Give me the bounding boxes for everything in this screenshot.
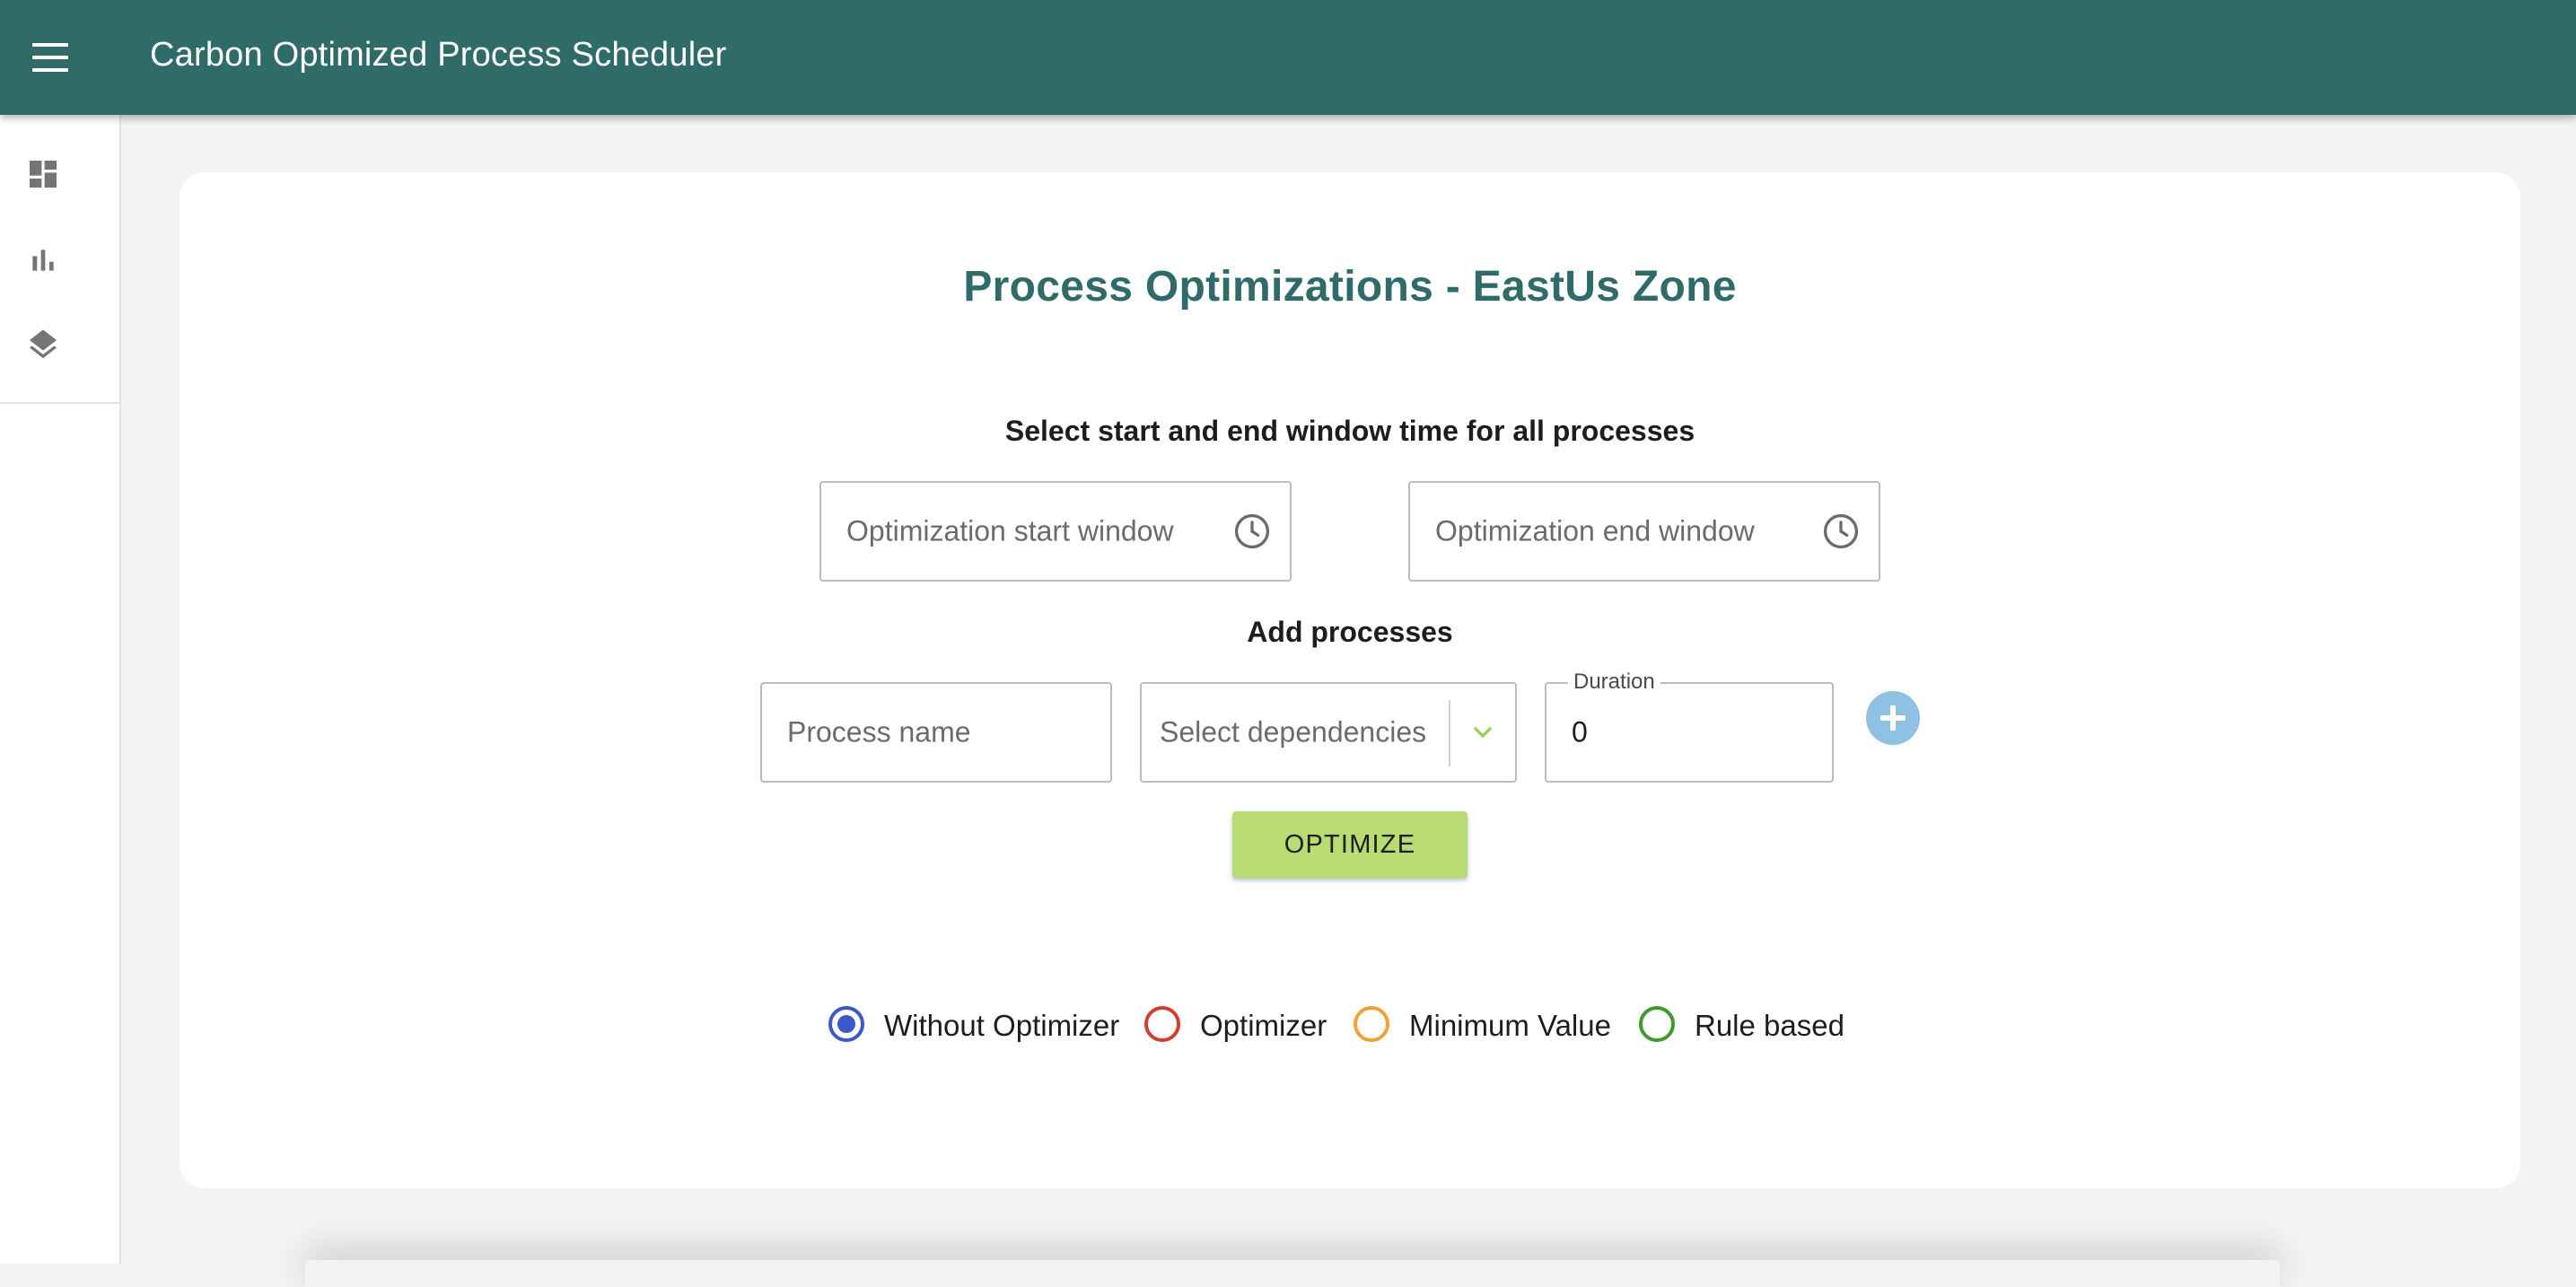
nav-item-dashboard[interactable] — [25, 156, 61, 192]
legend-item-rule-based[interactable]: Rule based — [1639, 1002, 1872, 1046]
legend-item-without-optimizer[interactable]: Without Optimizer — [828, 1002, 1125, 1046]
radio-unchecked-icon[interactable] — [1354, 1006, 1389, 1042]
select-separator — [1449, 700, 1450, 766]
process-name-input[interactable]: Process name — [760, 682, 1112, 783]
duration-value: 0 — [1572, 715, 1588, 749]
optimize-button[interactable]: OPTIMIZE — [1232, 811, 1468, 878]
legend-label: Optimizer — [1200, 1009, 1327, 1042]
legend-label: Minimum Value — [1409, 1009, 1611, 1042]
window-section-label: Select start and end window time for all… — [1004, 415, 1695, 447]
add-process-button[interactable] — [1866, 691, 1920, 745]
side-nav — [0, 115, 121, 1264]
end-window-field[interactable]: Optimization end window — [1408, 481, 1880, 582]
dependencies-placeholder: Select dependencies — [1160, 715, 1427, 749]
app-title: Carbon Optimized Process Scheduler — [150, 36, 727, 74]
process-name-placeholder: Process name — [787, 715, 971, 749]
clock-icon[interactable] — [1821, 512, 1861, 551]
legend-label: Rule based — [1695, 1009, 1844, 1042]
radio-unchecked-icon[interactable] — [1144, 1006, 1180, 1042]
page-title: Process Optimizations - EastUs Zone — [963, 263, 1737, 311]
next-card-edge — [305, 1260, 2280, 1287]
legend: Without Optimizer Optimizer Minimum Valu… — [180, 1002, 2520, 1046]
duration-label: Duration — [1568, 670, 1660, 695]
bar-chart-icon — [32, 250, 54, 271]
duration-input[interactable]: Duration 0 — [1545, 670, 1834, 783]
start-window-field[interactable]: Optimization start window — [819, 481, 1292, 582]
main-card: Process Optimizations - EastUs Zone Sele… — [180, 172, 2520, 1188]
dependencies-select[interactable]: Select dependencies — [1140, 682, 1517, 783]
menu-icon[interactable] — [32, 41, 68, 74]
dashboard-icon — [30, 161, 57, 188]
end-window-placeholder: Optimization end window — [1435, 514, 1755, 547]
radio-unchecked-icon[interactable] — [1639, 1006, 1675, 1042]
legend-item-minimum-value[interactable]: Minimum Value — [1354, 1002, 1650, 1046]
app-bar: Carbon Optimized Process Scheduler — [0, 0, 2576, 115]
legend-label: Without Optimizer — [884, 1009, 1120, 1042]
nav-divider — [0, 402, 119, 404]
nav-item-layers[interactable] — [25, 327, 61, 363]
clock-icon[interactable] — [1232, 512, 1272, 551]
start-window-placeholder: Optimization start window — [846, 514, 1174, 547]
legend-item-optimizer[interactable]: Optimizer — [1144, 1002, 1351, 1046]
radio-checked-icon[interactable] — [828, 1006, 864, 1042]
layers-icon — [30, 329, 57, 359]
nav-item-charts[interactable] — [25, 242, 61, 278]
add-processes-label: Add processes — [1247, 616, 1453, 648]
chevron-down-icon[interactable] — [1468, 718, 1497, 747]
